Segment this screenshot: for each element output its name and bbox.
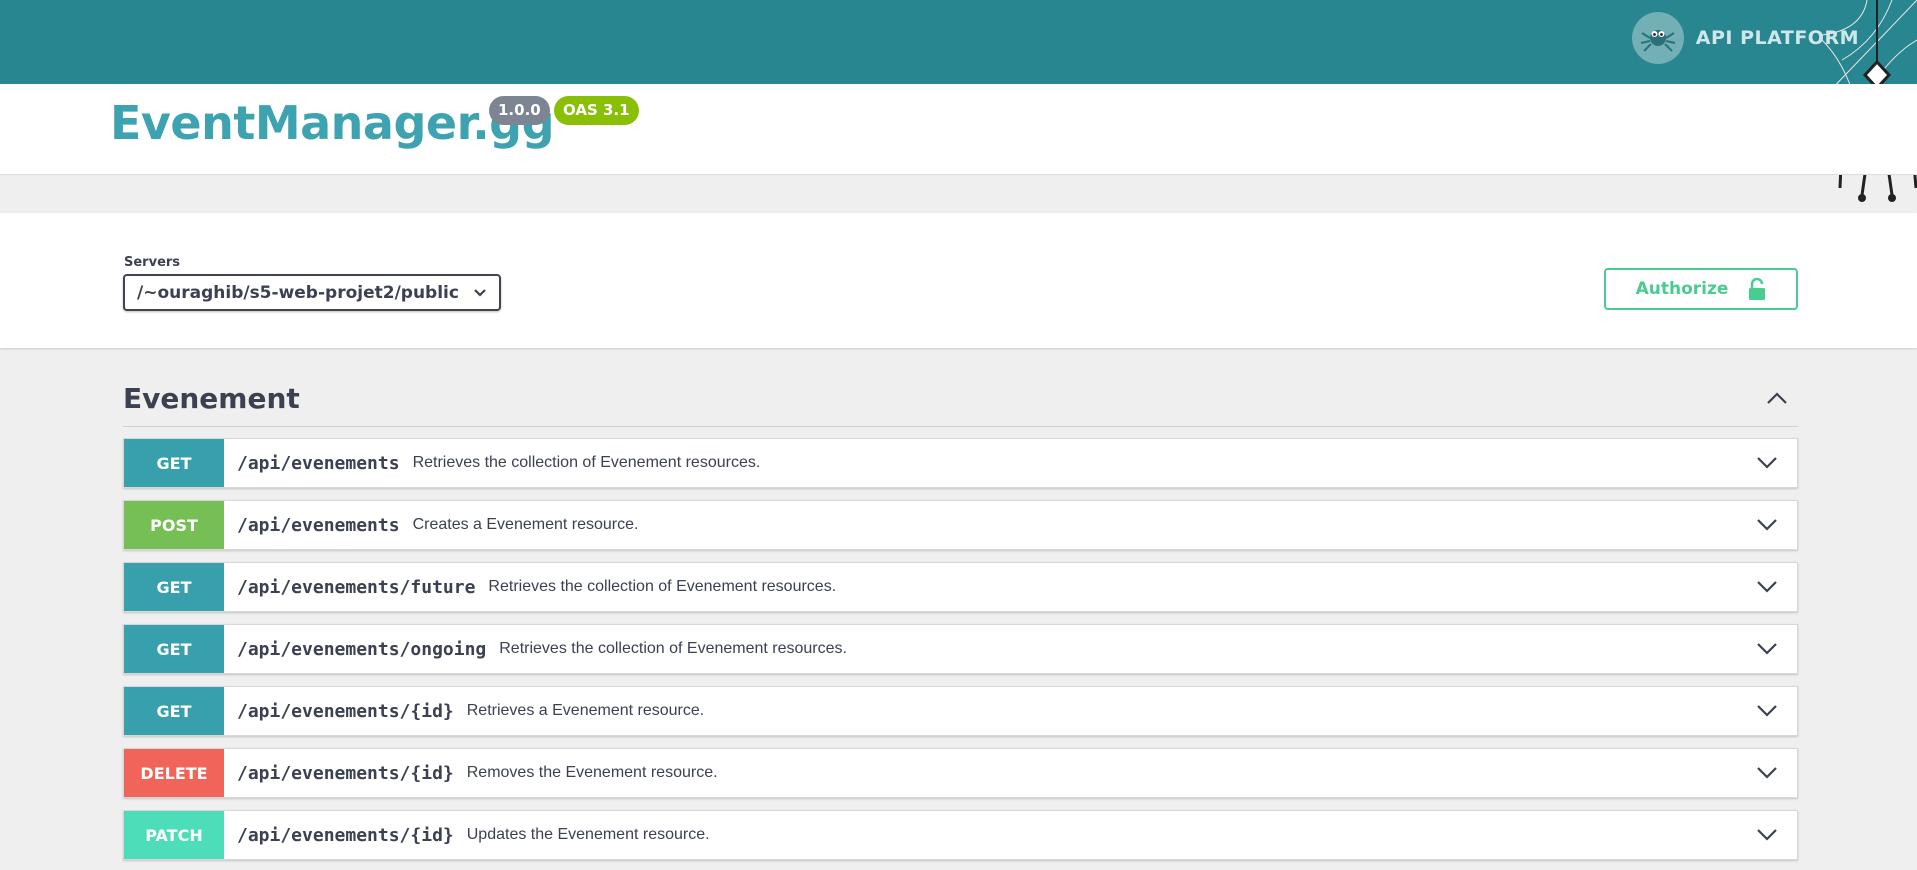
oas-badge: OAS 3.1 [554, 96, 639, 125]
page-title: EventManager.gg [110, 96, 555, 150]
method-badge: GET [124, 625, 224, 673]
operation-row[interactable]: GET /api/evenements/{id} Retrieves a Eve… [123, 686, 1798, 736]
operation-summary: Updates the Evenement resource. [466, 826, 710, 843]
method-badge: PATCH [124, 811, 224, 859]
api-platform-brand[interactable]: API PLATFORM [1631, 12, 1859, 64]
api-info: EventManager.gg 1.0.0 OAS 3.1 [0, 84, 1917, 175]
chevron-down-icon[interactable] [1737, 811, 1797, 859]
tag-section-evenement: Evenement GET /api/evenements Retrieves … [123, 370, 1798, 870]
method-badge: GET [124, 439, 224, 487]
operation-path: /api/evenements/{id} [237, 700, 454, 722]
tag-header[interactable]: Evenement [123, 370, 1798, 427]
operation-row[interactable]: POST /api/evenements Creates a Evenement… [123, 500, 1798, 550]
method-badge: POST [124, 501, 224, 549]
chevron-down-icon[interactable] [1737, 687, 1797, 735]
operation-summary: Removes the Evenement resource. [466, 764, 718, 781]
servers-selected-value: /~ouraghib/s5-web-projet2/public [137, 282, 459, 303]
version-badge: 1.0.0 [489, 96, 550, 125]
brand-text: API PLATFORM [1695, 27, 1859, 49]
servers-label: Servers [124, 255, 181, 270]
authorize-label: Authorize [1635, 279, 1729, 299]
operation-row[interactable]: GET /api/evenements/ongoing Retrieves th… [123, 624, 1798, 674]
chevron-down-icon[interactable] [1737, 625, 1797, 673]
operation-summary: Retrieves the collection of Evenement re… [412, 454, 761, 471]
chevron-up-icon[interactable] [1766, 391, 1788, 405]
top-bar: API PLATFORM [0, 0, 1917, 84]
operation-path: /api/evenements/{id} [237, 824, 454, 846]
operation-path: /api/evenements/ongoing [237, 638, 487, 660]
servers-select[interactable]: /~ouraghib/s5-web-projet2/public [123, 274, 501, 311]
operation-row[interactable]: GET /api/evenements/future Retrieves the… [123, 562, 1798, 612]
operation-path: /api/evenements/future [237, 576, 476, 598]
method-badge: GET [124, 687, 224, 735]
unlock-icon [1749, 277, 1766, 300]
operation-path: /api/evenements [237, 452, 400, 474]
operation-path: /api/evenements/{id} [237, 762, 454, 784]
method-badge: GET [124, 563, 224, 611]
authorize-button[interactable]: Authorize [1604, 268, 1798, 310]
method-badge: DELETE [124, 749, 224, 797]
chevron-down-icon[interactable] [1737, 501, 1797, 549]
chevron-down-icon [474, 288, 486, 297]
operations-list: GET /api/evenements Retrieves the collec… [123, 438, 1798, 860]
chevron-down-icon[interactable] [1737, 749, 1797, 797]
operation-row[interactable]: PATCH /api/evenements/{id} Updates the E… [123, 810, 1798, 860]
chevron-down-icon[interactable] [1737, 563, 1797, 611]
chevron-down-icon[interactable] [1737, 439, 1797, 487]
tag-title: Evenement [123, 381, 300, 415]
operation-row[interactable]: GET /api/evenements Retrieves the collec… [123, 438, 1798, 488]
operation-row[interactable]: DELETE /api/evenements/{id} Removes the … [123, 748, 1798, 798]
operation-summary: Creates a Evenement resource. [412, 516, 639, 533]
scheme-container: Servers /~ouraghib/s5-web-projet2/public… [0, 213, 1917, 348]
spider-logo-icon [1631, 12, 1684, 64]
operation-summary: Retrieves the collection of Evenement re… [488, 578, 837, 595]
operation-summary: Retrieves a Evenement resource. [466, 702, 705, 719]
operation-path: /api/evenements [237, 514, 400, 536]
operation-summary: Retrieves the collection of Evenement re… [499, 640, 847, 657]
